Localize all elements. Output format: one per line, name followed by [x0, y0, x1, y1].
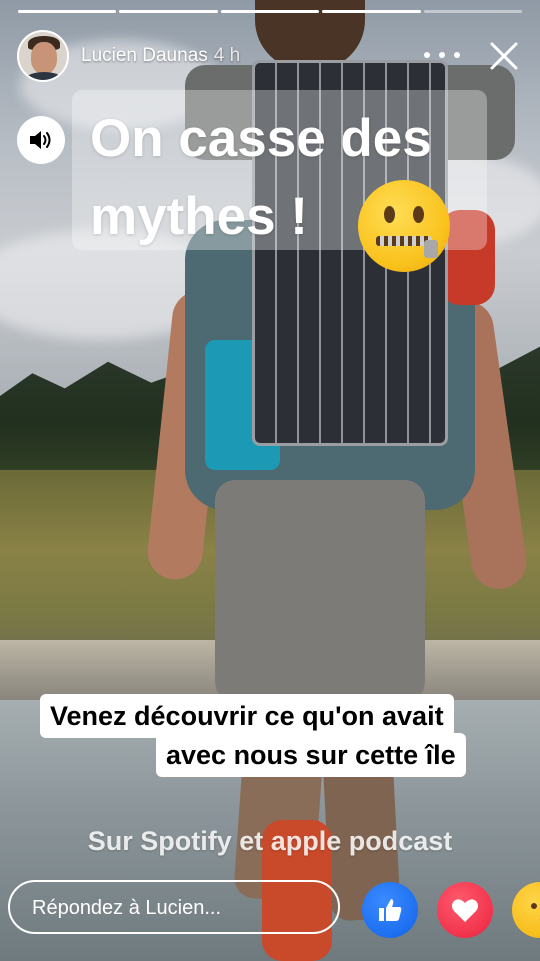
love-reaction-button[interactable] — [437, 882, 493, 938]
like-icon — [379, 899, 402, 921]
more-options-icon[interactable] — [424, 43, 460, 67]
story-viewer[interactable]: Lucien Daunas 4 h On casse des mythes ! V… — [0, 0, 540, 961]
post-time: 4 h — [213, 45, 241, 66]
headline-line: On casse des — [90, 109, 432, 168]
story-author[interactable]: Lucien Daunas 4 h — [81, 45, 240, 67]
progress-segment — [18, 10, 117, 13]
progress-segment — [423, 10, 523, 13]
avatar[interactable] — [17, 30, 69, 82]
like-reaction-button[interactable] — [362, 882, 418, 938]
speaker-icon — [30, 131, 51, 149]
user-name[interactable]: Lucien Daunas — [81, 45, 208, 66]
podcast-subcaption: Sur Spotify et apple podcast — [87, 826, 453, 856]
progress-segment — [119, 10, 218, 13]
love-icon — [452, 899, 478, 922]
progress-segment — [322, 10, 421, 13]
progress-segment — [220, 10, 320, 13]
story-progress-bar — [18, 10, 523, 13]
care-icon — [531, 903, 540, 920]
reply-placeholder: Répondez à Lucien... — [32, 897, 222, 919]
reply-input[interactable]: Répondez à Lucien... — [8, 880, 340, 934]
zipper-mouth-emoji-icon — [358, 180, 450, 272]
sound-toggle-button[interactable] — [17, 116, 65, 164]
caption-line: avec nous sur cette île — [156, 733, 466, 777]
close-icon[interactable] — [488, 40, 520, 72]
caption-line: Venez découvrir ce qu'on avait — [40, 694, 454, 738]
